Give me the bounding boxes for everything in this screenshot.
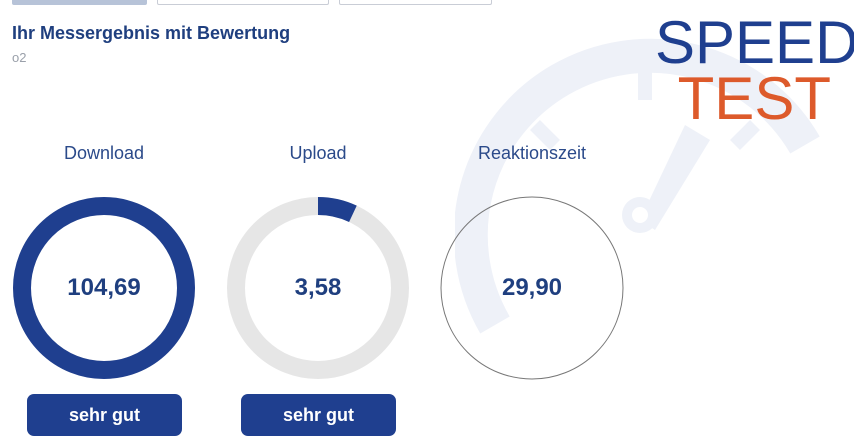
provider-name: o2 xyxy=(12,50,27,65)
tab-2[interactable] xyxy=(157,0,329,5)
upload-label: Upload xyxy=(289,143,347,163)
tab-3[interactable] xyxy=(339,0,492,5)
upload-value: 3,58 xyxy=(294,274,342,301)
upload-gauge: 3,58 xyxy=(226,196,410,380)
download-gauge: 104,69 xyxy=(12,196,196,380)
logo-line-speed: SPEED xyxy=(655,9,854,76)
download-rating-button[interactable]: sehr gut xyxy=(27,394,182,436)
download-value: 104,69 xyxy=(67,274,141,301)
tab-strip xyxy=(0,0,854,6)
upload-rating-button[interactable]: sehr gut xyxy=(241,394,396,436)
speedtest-logo: SPEED TEST xyxy=(655,9,854,132)
latency-label: Reaktionszeit xyxy=(477,143,587,163)
latency-gauge: 29,90 xyxy=(440,196,624,380)
download-label: Download xyxy=(63,143,145,163)
logo-line-test: TEST xyxy=(677,65,831,132)
tab-1[interactable] xyxy=(12,0,147,5)
page-title: Ihr Messergebnis mit Bewertung xyxy=(12,23,291,43)
latency-value: 29,90 xyxy=(501,274,563,301)
